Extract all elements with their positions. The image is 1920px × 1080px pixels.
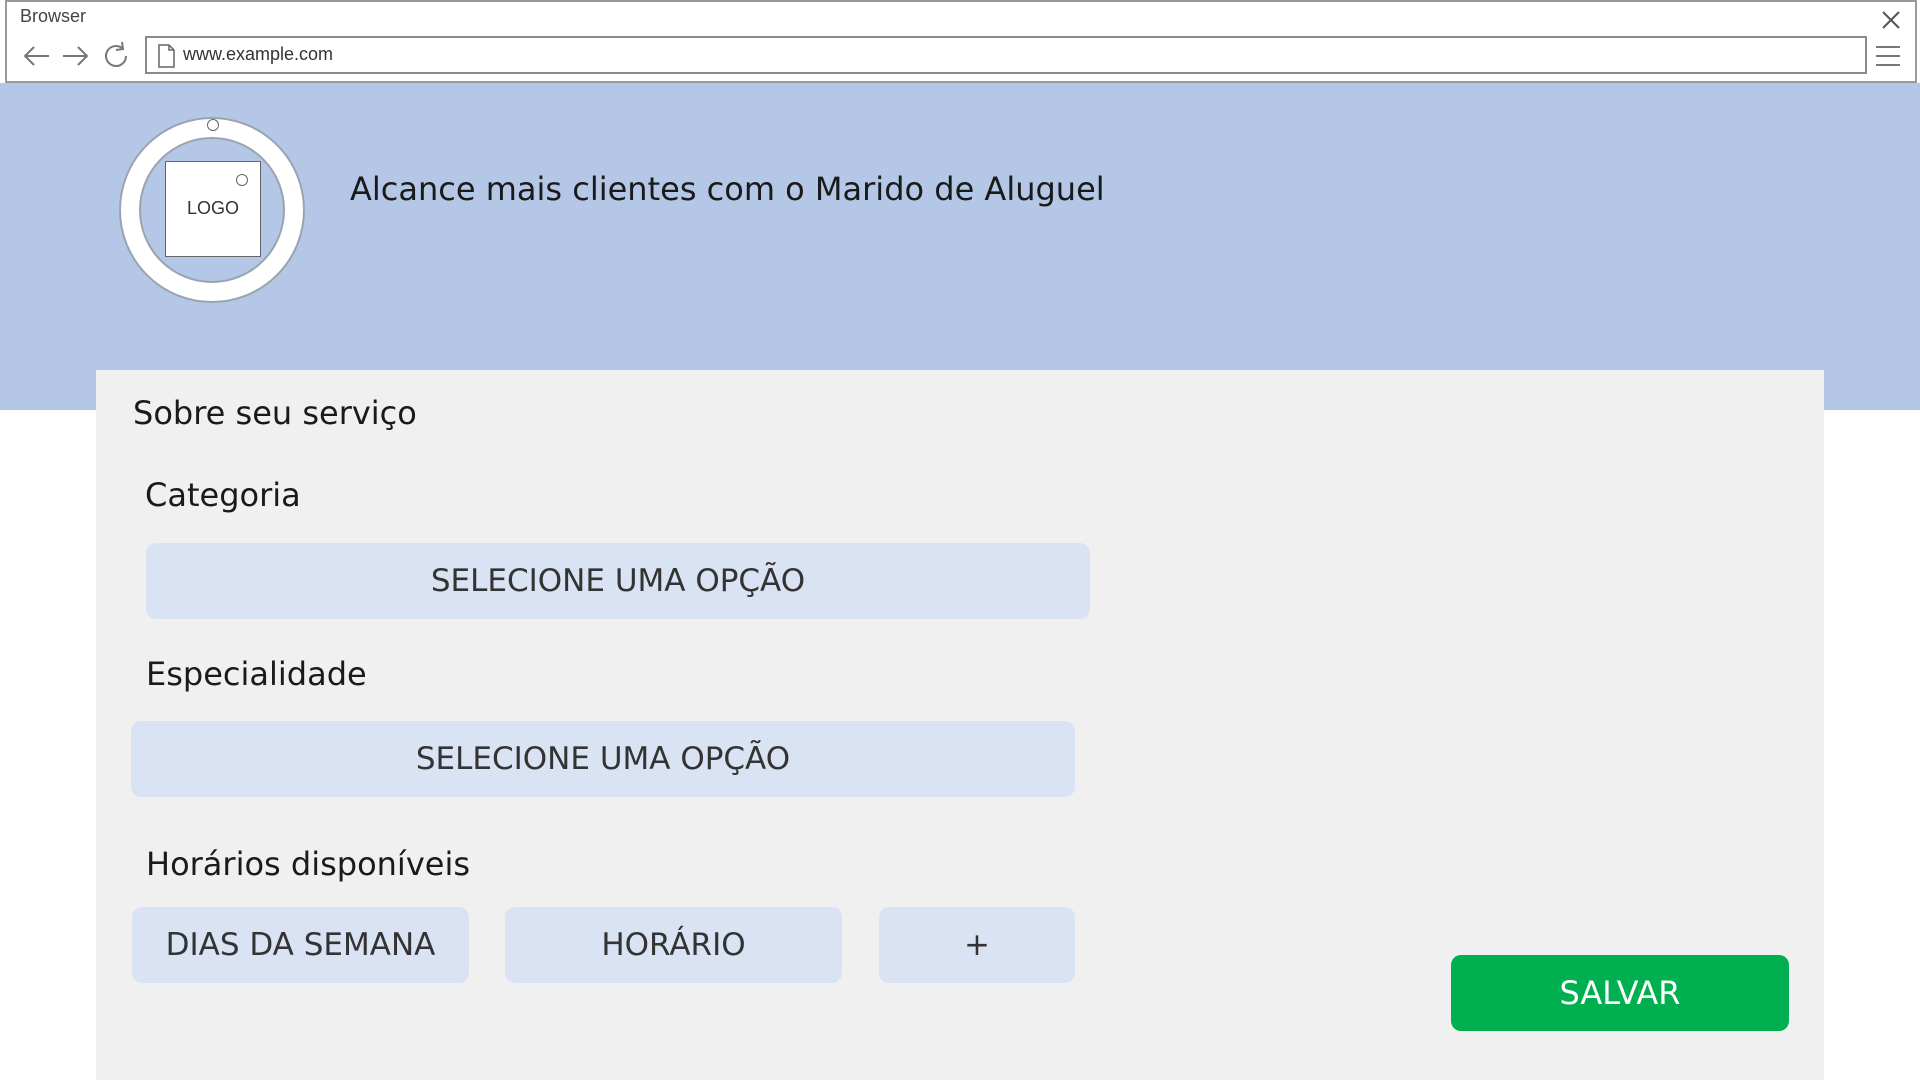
save-button[interactable]: SALVAR [1451,955,1789,1031]
horario-select[interactable]: HORÁRIO [505,907,842,983]
categoria-label: Categoria [145,476,301,514]
address-url[interactable]: www.example.com [183,44,333,65]
logo-image-placeholder: LOGO [165,161,261,257]
address-bar[interactable]: www.example.com [145,36,1867,74]
categoria-select[interactable]: SELECIONE UMA OPÇÃO [146,543,1090,619]
logo-box-dot [236,174,248,186]
horarios-label: Horários disponíveis [146,845,470,883]
page-title: Alcance mais clientes com o Marido de Al… [350,170,1105,208]
especialidade-select[interactable]: SELECIONE UMA OPÇÃO [131,721,1075,797]
browser-window-chrome: Browser www.example.com [5,0,1917,83]
page-icon [158,44,175,68]
section-title: Sobre seu serviço [133,394,417,432]
service-form-card: Sobre seu serviço Categoria SELECIONE UM… [96,370,1824,1080]
dias-da-semana-select[interactable]: DIAS DA SEMANA [132,907,469,983]
especialidade-label: Especialidade [146,655,367,693]
logo-top-dot [207,119,219,131]
add-horario-button[interactable]: + [879,907,1075,983]
browser-title: Browser [20,6,87,26]
logo-text: LOGO [186,198,239,218]
hamburger-menu-icon[interactable] [1873,42,1903,70]
logo-avatar: LOGO [119,117,305,303]
arrow-left-icon[interactable] [21,40,53,72]
reload-icon[interactable] [100,40,132,72]
arrow-right-icon[interactable] [59,40,91,72]
close-icon[interactable] [1877,6,1905,34]
